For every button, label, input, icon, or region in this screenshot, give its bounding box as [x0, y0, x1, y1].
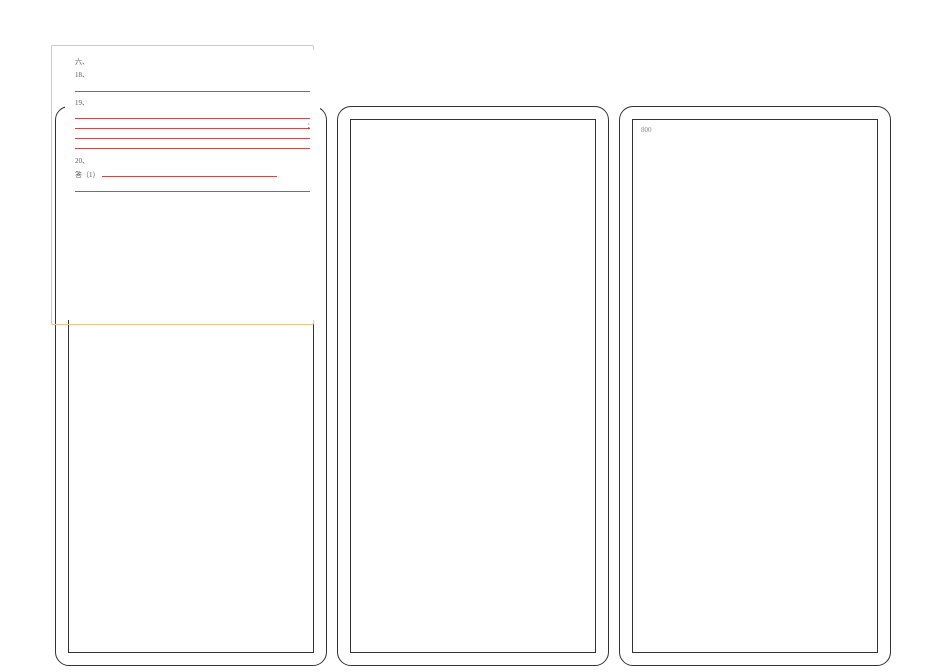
- question-20-answer-line: 答（1）: [75, 169, 310, 181]
- page-panel-2: [337, 106, 609, 666]
- inline-blank-line: [102, 169, 277, 177]
- ruled-line: [75, 139, 310, 149]
- question-18-lines: [75, 82, 310, 92]
- question-19-lines: ；: [75, 109, 310, 149]
- question-19-label: 19、: [75, 99, 310, 109]
- section-heading: 六、: [75, 58, 310, 68]
- question-18-label: 18、: [75, 71, 310, 81]
- page-3-mark: 800: [641, 126, 652, 134]
- punctuation-semicolon: ；: [307, 121, 314, 131]
- ruled-line: [75, 109, 310, 119]
- ruled-line: ；: [75, 119, 310, 129]
- question-20-label: 20、: [75, 157, 310, 167]
- answer-sheet-overlay: 六、 18、 19、 ； 20、 答（1）: [65, 50, 320, 320]
- page-inner-2: [350, 119, 596, 653]
- page-panel-3: 800: [619, 106, 891, 666]
- page-inner-3: 800: [632, 119, 878, 653]
- ruled-line: [75, 82, 310, 92]
- ruled-line: [75, 182, 310, 192]
- ruled-line: [75, 129, 310, 139]
- question-20-answer-prefix: 答（1）: [75, 171, 100, 179]
- question-20-lines: [75, 182, 310, 192]
